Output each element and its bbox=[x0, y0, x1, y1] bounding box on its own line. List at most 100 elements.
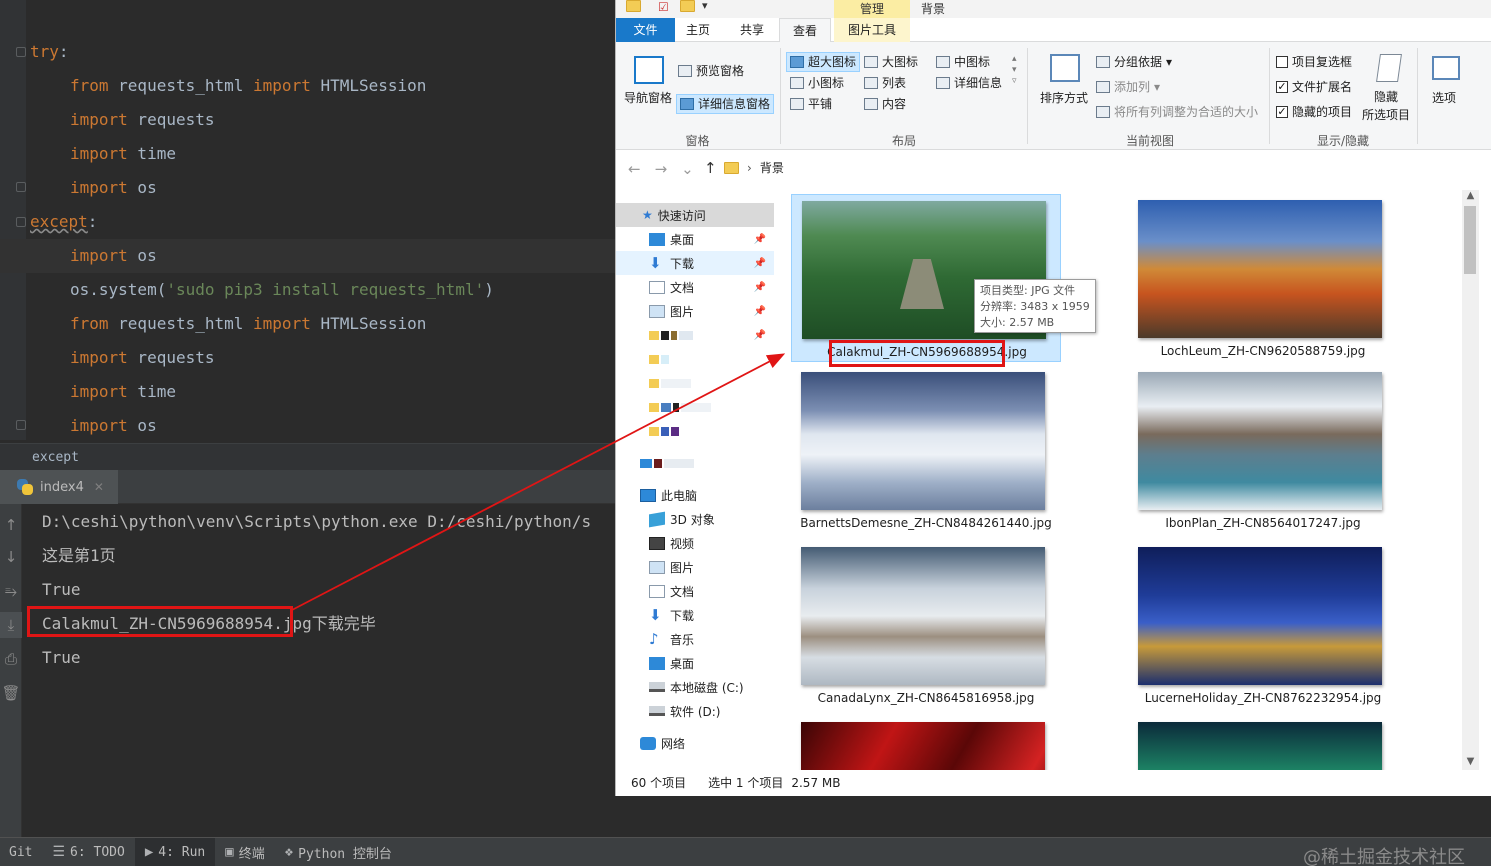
properties-icon[interactable]: ☑ bbox=[658, 0, 669, 14]
code-line[interactable]: import time bbox=[70, 137, 176, 171]
arrow-down-icon[interactable]: ↓ bbox=[0, 544, 22, 570]
nav-blurred-item[interactable] bbox=[616, 347, 774, 371]
code-line[interactable]: except: bbox=[30, 205, 97, 239]
nav-pc-downloads[interactable]: ⬇ 下载 bbox=[616, 603, 774, 627]
code-line[interactable]: import requests bbox=[70, 103, 215, 137]
preview-pane-button[interactable]: 预览窗格 bbox=[678, 61, 744, 81]
nav-desktop[interactable]: 桌面 📌 bbox=[616, 227, 774, 251]
nav-blurred-item[interactable] bbox=[616, 451, 774, 475]
small-icons-button[interactable]: 小图标 bbox=[790, 73, 844, 93]
scroll-up-icon[interactable]: ▲ bbox=[1462, 190, 1479, 204]
options-button[interactable]: 选项 bbox=[1432, 88, 1456, 108]
nav-pc-desktop[interactable]: 桌面 bbox=[616, 651, 774, 675]
code-line[interactable]: import requests bbox=[70, 341, 215, 375]
arrow-up-icon[interactable]: ↑ bbox=[0, 512, 22, 538]
nav-drive-d[interactable]: 软件 (D:) bbox=[616, 699, 774, 723]
navigation-pane-button[interactable]: 导航窗格 bbox=[624, 88, 672, 108]
trash-icon[interactable]: 🗑 bbox=[0, 680, 22, 706]
git-tool-button[interactable]: Git bbox=[0, 838, 42, 866]
nav-blurred-item[interactable] bbox=[616, 419, 774, 443]
tab-home[interactable]: 主页 bbox=[676, 18, 720, 42]
pin-icon[interactable]: 📌 bbox=[754, 306, 766, 317]
todo-tool-button[interactable]: ☰ 6: TODO bbox=[42, 838, 134, 866]
run-tool-button[interactable]: ▶ 4: Run bbox=[134, 837, 216, 866]
tab-view[interactable]: 查看 bbox=[779, 18, 831, 42]
tiles-view-button[interactable]: 平铺 bbox=[790, 94, 832, 114]
up-arrow-icon[interactable]: ↑ bbox=[704, 159, 717, 177]
pin-icon[interactable]: 📌 bbox=[754, 234, 766, 245]
list-view-button[interactable]: 列表 bbox=[864, 73, 906, 93]
scrollbar-thumb[interactable] bbox=[1464, 206, 1476, 274]
content-view-button[interactable]: 内容 bbox=[864, 94, 906, 114]
details-view-button[interactable]: 详细信息 bbox=[936, 73, 1002, 93]
file-tile[interactable]: LochLeum_ZH-CN9620588759.jpg bbox=[1128, 194, 1398, 362]
file-extensions-checkbox[interactable]: ✓ bbox=[1276, 81, 1288, 93]
scroll-to-end-icon[interactable]: ⤓ bbox=[0, 612, 22, 638]
pin-icon[interactable]: 📌 bbox=[754, 330, 766, 341]
options-icon[interactable] bbox=[1432, 56, 1460, 80]
extra-large-icons-button[interactable]: 超大图标 bbox=[786, 52, 861, 72]
address-segment[interactable]: 背景 bbox=[760, 159, 784, 176]
print-icon[interactable]: ⎙ bbox=[0, 646, 22, 672]
close-icon[interactable]: ✕ bbox=[94, 480, 104, 494]
scroll-down-icon[interactable]: ▼ bbox=[1462, 756, 1479, 770]
nav-documents[interactable]: 文档 📌 bbox=[616, 275, 774, 299]
code-line[interactable]: from requests_html import HTMLSession bbox=[70, 307, 426, 341]
file-tile[interactable]: LucerneHoliday_ZH-CN8762232954.jpg bbox=[1128, 541, 1398, 709]
file-tile[interactable]: Calakmul_ZH-CN5969688954.jpg 项目类型: JPG 文… bbox=[791, 194, 1096, 362]
new-folder-icon[interactable] bbox=[680, 0, 695, 12]
layout-scroll-arrows[interactable]: ▴ ▾ ▿ bbox=[1012, 54, 1017, 87]
item-checkboxes-checkbox[interactable] bbox=[1276, 56, 1288, 68]
file-tile[interactable]: IbonPlan_ZH-CN8564017247.jpg bbox=[1128, 366, 1398, 534]
code-line[interactable]: from requests_html import HTMLSession bbox=[70, 69, 426, 103]
sort-by-icon[interactable] bbox=[1050, 54, 1080, 82]
code-line[interactable]: import os bbox=[70, 239, 157, 273]
code-line[interactable]: import os bbox=[70, 409, 157, 443]
nav-music[interactable]: ♪ 音乐 bbox=[616, 627, 774, 651]
file-tile[interactable] bbox=[791, 716, 1061, 770]
fold-marker[interactable] bbox=[16, 217, 26, 227]
pin-icon[interactable]: 📌 bbox=[754, 282, 766, 293]
sort-by-button[interactable]: 排序方式 bbox=[1040, 88, 1088, 108]
item-checkboxes-toggle[interactable]: 项目复选框 bbox=[1276, 52, 1352, 72]
details-pane-button[interactable]: 详细信息窗格 bbox=[676, 94, 775, 114]
nav-downloads[interactable]: ⬇ 下载 📌 bbox=[616, 251, 774, 275]
file-tile[interactable]: CanadaLynx_ZH-CN8645816958.jpg bbox=[791, 541, 1061, 709]
editor-breadcrumb[interactable]: except bbox=[0, 443, 615, 470]
file-tile[interactable]: BarnettsDemesne_ZH-CN8484261440.jpg bbox=[791, 366, 1061, 534]
nav-quick-access[interactable]: ★ 快速访问 bbox=[616, 203, 774, 227]
group-by-button[interactable]: 分组依据 ▾ bbox=[1096, 52, 1172, 72]
fold-marker[interactable] bbox=[16, 47, 26, 57]
soft-wrap-icon[interactable]: ⥱ bbox=[0, 578, 22, 604]
pin-icon[interactable]: 📌 bbox=[754, 258, 766, 269]
hidden-items-toggle[interactable]: ✓ 隐藏的项目 bbox=[1276, 102, 1352, 122]
nav-blurred-item[interactable]: 📌 bbox=[616, 323, 774, 347]
run-tab-index4[interactable]: index4 ✕ bbox=[0, 470, 118, 504]
code-line[interactable]: import time bbox=[70, 375, 176, 409]
fold-marker[interactable] bbox=[16, 420, 26, 430]
terminal-tool-button[interactable]: ▣ 终端 bbox=[215, 838, 274, 866]
hide-selected-button[interactable]: 隐藏 所选项目 bbox=[1362, 88, 1410, 124]
nav-pc-pictures[interactable]: 图片 bbox=[616, 555, 774, 579]
nav-blurred-item[interactable] bbox=[616, 371, 774, 395]
navigation-pane-icon[interactable] bbox=[634, 56, 664, 84]
medium-icons-button[interactable]: 中图标 bbox=[936, 52, 990, 72]
code-line[interactable]: try: bbox=[30, 35, 69, 69]
fold-marker[interactable] bbox=[16, 182, 26, 192]
tab-file[interactable]: 文件 bbox=[616, 18, 675, 42]
run-console[interactable]: D:\ceshi\python\venv\Scripts\python.exe … bbox=[22, 504, 615, 837]
code-line[interactable]: import os bbox=[70, 171, 157, 205]
nav-network[interactable]: 网络 bbox=[616, 731, 774, 755]
address-path[interactable]: › 背景 bbox=[724, 159, 784, 176]
nav-videos[interactable]: 视频 bbox=[616, 531, 774, 555]
back-forward-icons[interactable]: ←→⌄ bbox=[628, 160, 708, 178]
nav-3d-objects[interactable]: 3D 对象 bbox=[616, 507, 774, 531]
chevron-down-icon[interactable]: ▾ bbox=[702, 0, 708, 12]
fit-columns-button[interactable]: 将所有列调整为合适的大小 bbox=[1096, 102, 1258, 122]
tab-share[interactable]: 共享 bbox=[728, 18, 776, 42]
nav-drive-c[interactable]: 本地磁盘 (C:) bbox=[616, 675, 774, 699]
nav-pc-documents[interactable]: 文档 bbox=[616, 579, 774, 603]
nav-blurred-item[interactable] bbox=[616, 395, 774, 419]
hide-selected-icon[interactable] bbox=[1376, 54, 1402, 82]
python-console-button[interactable]: ❖ Python 控制台 bbox=[275, 838, 402, 866]
